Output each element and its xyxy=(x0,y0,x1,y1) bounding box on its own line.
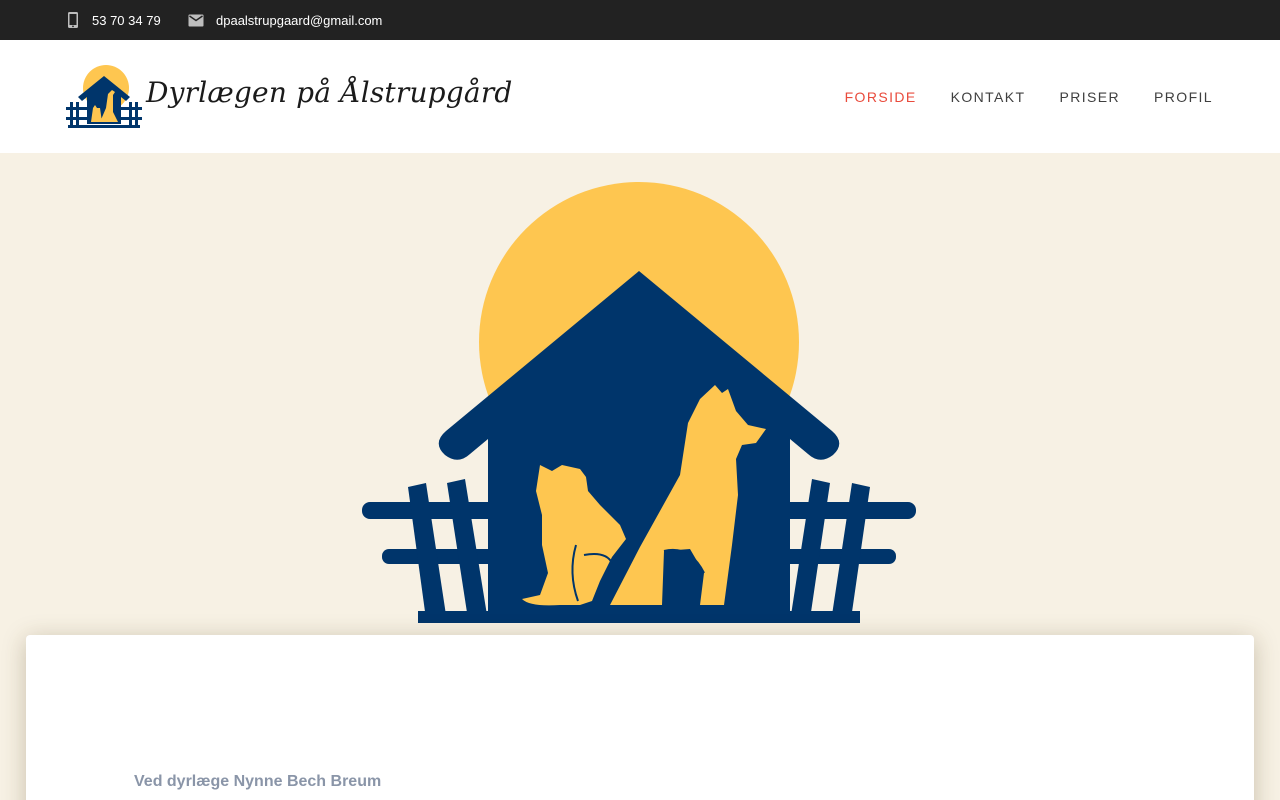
nav-item-profil[interactable]: PROFIL xyxy=(1154,89,1213,105)
email-address: dpaalstrupgaard@gmail.com xyxy=(216,12,383,28)
site-header: Dyrlægen på Ålstrupgård FORSIDE KONTAKT … xyxy=(0,40,1280,153)
nav-item-forside[interactable]: FORSIDE xyxy=(845,89,917,105)
main-nav: FORSIDE KONTAKT PRISER PROFIL xyxy=(811,40,1213,153)
content-card: Ved dyrlæge Nynne Bech Breum xyxy=(26,635,1254,800)
logo-wordmark: Dyrlægen på Ålstrupgård xyxy=(146,76,513,109)
mail-icon xyxy=(188,14,204,27)
logo-mark-icon xyxy=(66,65,142,128)
nav-item-kontakt[interactable]: KONTAKT xyxy=(951,89,1026,105)
vet-subtitle: Ved dyrlæge Nynne Bech Breum xyxy=(134,773,382,790)
email-contact[interactable]: dpaalstrupgaard@gmail.com xyxy=(188,0,382,40)
phone-icon xyxy=(66,11,80,29)
top-contact-bar: 53 70 34 79 dpaalstrupgaard@gmail.com xyxy=(0,0,1280,40)
nav-item-priser[interactable]: PRISER xyxy=(1060,89,1121,105)
fence-rail-top xyxy=(362,502,916,519)
phone-number: 53 70 34 79 xyxy=(92,12,161,28)
fence-ground xyxy=(418,611,860,623)
phone-contact[interactable]: 53 70 34 79 xyxy=(66,0,161,40)
site-logo[interactable]: Dyrlægen på Ålstrupgård xyxy=(66,64,512,130)
